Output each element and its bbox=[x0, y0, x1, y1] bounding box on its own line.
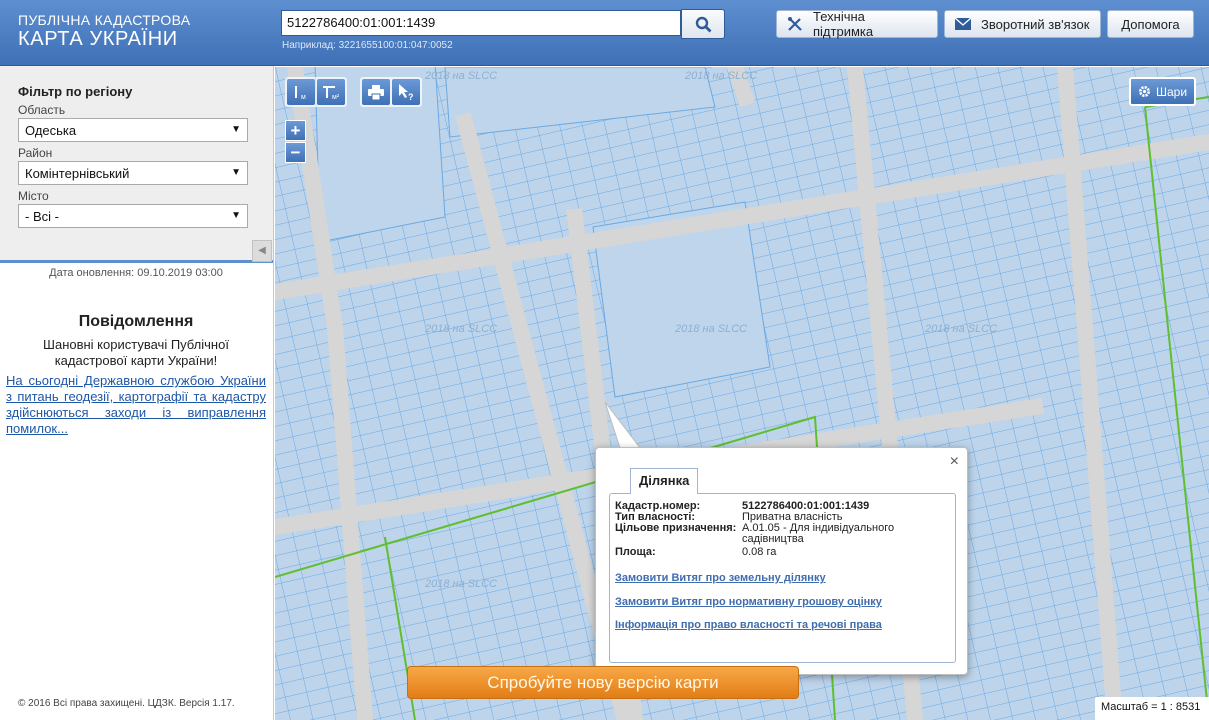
search-icon bbox=[695, 16, 712, 33]
cursor-question-icon: ? bbox=[399, 84, 414, 101]
ownership-info-link[interactable]: Інформація про право власності та речові… bbox=[615, 619, 882, 631]
help-button[interactable]: Допомога bbox=[1107, 10, 1194, 38]
measure-distance-button[interactable]: м bbox=[287, 79, 315, 105]
zoom-out-button[interactable]: − bbox=[285, 142, 306, 163]
oblast-select[interactable]: Одеська ▼ bbox=[18, 118, 248, 142]
dropdown-arrow-icon: ▼ bbox=[231, 124, 241, 135]
info-key: Цільове призначення: bbox=[615, 522, 737, 534]
identify-button[interactable]: ? bbox=[392, 79, 420, 105]
filter-title: Фільтр по регіону bbox=[18, 84, 133, 99]
svg-text:2018 на SLCC: 2018 на SLCC bbox=[424, 323, 497, 335]
logo-line1: ПУБЛІЧНА КАДАСТРОВА bbox=[18, 12, 191, 28]
measure-toolbar: м м² bbox=[285, 77, 347, 107]
tools-icon bbox=[787, 16, 803, 32]
envelope-icon bbox=[955, 18, 971, 30]
copyright: © 2016 Всі права захищені. ЦДЗК. Версія … bbox=[18, 698, 235, 709]
tech-support-label: Технічна підтримка bbox=[813, 9, 874, 39]
oblast-label: Область bbox=[18, 103, 66, 117]
notification-link[interactable]: На сьогодні Державною службою України з … bbox=[6, 373, 266, 437]
region-filter: Фільтр по регіону Область Одеська ▼ Райо… bbox=[0, 66, 273, 263]
search-input[interactable]: 5122786400:01:001:1439 bbox=[281, 10, 681, 36]
misto-label: Місто bbox=[18, 189, 49, 203]
info-key: Площа: bbox=[615, 546, 656, 558]
scale-indicator: Масштаб = 1 : 8531 bbox=[1095, 697, 1209, 720]
info-value: А.01.05 - Для індивідуального садівництв… bbox=[742, 522, 895, 545]
logo-line2: КАРТА УКРАЇНИ bbox=[18, 28, 178, 50]
layers-button[interactable]: Шари bbox=[1129, 77, 1197, 106]
feedback-button[interactable]: Зворотний зв'язок bbox=[944, 10, 1101, 38]
svg-text:2018 на SLCC: 2018 на SLCC bbox=[674, 323, 747, 335]
measure-area-button[interactable]: м² bbox=[317, 79, 345, 105]
gear-icon bbox=[1138, 85, 1151, 98]
misto-value: - Всі - bbox=[25, 209, 59, 224]
search-button[interactable] bbox=[681, 9, 725, 39]
dropdown-arrow-icon: ▼ bbox=[231, 167, 241, 178]
order-valuation-extract-link[interactable]: Замовити Витяг про нормативну грошову оц… bbox=[615, 596, 882, 608]
feedback-label: Зворотний зв'язок bbox=[981, 16, 1090, 32]
sidebar: Фільтр по регіону Область Одеська ▼ Райо… bbox=[0, 66, 274, 720]
print-toolbar: ? bbox=[360, 77, 422, 107]
info-row: Площа: 0.08 га bbox=[615, 547, 942, 558]
search-hint: Наприклад: 3221655100:01:047:0052 bbox=[282, 40, 453, 51]
notification-greeting: Шановні користувачі Публічної кадастрово… bbox=[43, 337, 229, 368]
printer-icon bbox=[368, 84, 384, 100]
dropdown-arrow-icon: ▼ bbox=[231, 210, 241, 221]
parcel-info: Кадастр.номер: 5122786400:01:001:1439 Ти… bbox=[615, 501, 942, 558]
area-ruler-icon: м² bbox=[323, 86, 340, 100]
svg-text:2018 на SLCC: 2018 на SLCC bbox=[424, 578, 497, 590]
tech-support-button[interactable]: Технічна підтримка bbox=[776, 9, 938, 39]
misto-select[interactable]: - Всі - ▼ bbox=[18, 204, 248, 228]
rayon-label: Район bbox=[18, 146, 53, 160]
update-date: Дата оновлення: 09.10.2019 03:00 bbox=[49, 267, 223, 279]
tab-parcel[interactable]: Ділянка bbox=[630, 468, 699, 494]
svg-text:?: ? bbox=[408, 92, 414, 101]
try-new-version-button[interactable]: Спробуйте нову версію карти bbox=[407, 666, 799, 699]
header: ПУБЛІЧНА КАДАСТРОВА КАРТА УКРАЇНИ 512278… bbox=[0, 0, 1209, 66]
layers-label: Шари bbox=[1156, 84, 1188, 99]
ruler-icon: м bbox=[295, 86, 306, 100]
print-button[interactable] bbox=[362, 79, 390, 105]
order-parcel-extract-link[interactable]: Замовити Витяг про земельну ділянку bbox=[615, 572, 826, 584]
help-label: Допомога bbox=[1121, 16, 1180, 32]
svg-text:м²: м² bbox=[332, 94, 340, 100]
info-value: 0.08 га bbox=[742, 546, 777, 558]
rayon-value: Комінтернівський bbox=[25, 166, 130, 181]
svg-text:м: м bbox=[301, 94, 306, 100]
close-icon[interactable]: × bbox=[950, 453, 959, 471]
parcel-popup: × Ділянка Кадастр.номер: 5122786400:01:0… bbox=[595, 447, 968, 675]
svg-text:2018 на SLCC: 2018 на SLCC bbox=[924, 323, 997, 335]
parcel-info-panel: Кадастр.номер: 5122786400:01:001:1439 Ти… bbox=[609, 493, 956, 663]
map-view[interactable]: 2018 на SLCC 2018 на SLCC 2018 на SLCC 2018… bbox=[275, 67, 1209, 720]
svg-text:2018 на SLCC: 2018 на SLCC bbox=[684, 70, 757, 82]
notifications-title: Повідомлення bbox=[78, 313, 194, 330]
chevron-left-icon: ◀ bbox=[258, 245, 266, 256]
rayon-select[interactable]: Комінтернівський ▼ bbox=[18, 161, 248, 185]
collapse-sidebar-button[interactable]: ◀ bbox=[252, 240, 272, 262]
zoom-in-button[interactable]: + bbox=[285, 120, 306, 141]
oblast-value: Одеська bbox=[25, 123, 77, 138]
info-row: Цільове призначення: А.01.05 - Для індив… bbox=[615, 523, 942, 545]
svg-text:2018 на SLCC: 2018 на SLCC bbox=[424, 70, 497, 82]
logo[interactable]: ПУБЛІЧНА КАДАСТРОВА КАРТА УКРАЇНИ bbox=[18, 12, 190, 51]
